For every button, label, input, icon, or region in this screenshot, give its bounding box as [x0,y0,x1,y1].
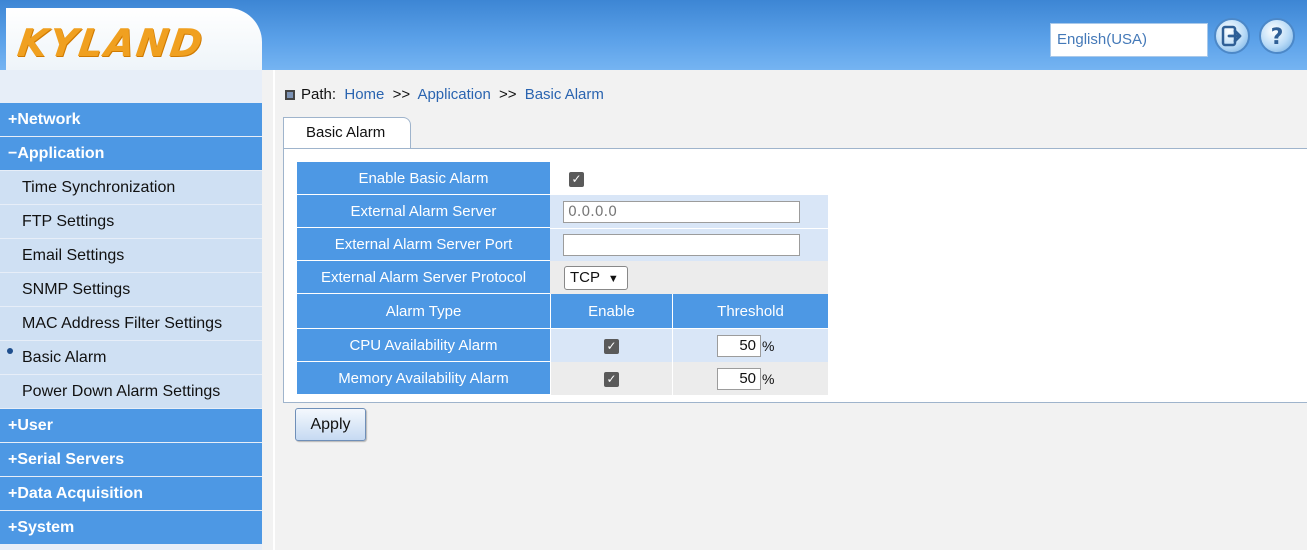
sidebar: +Network −Application Time Synchronizati… [0,70,262,550]
logout-icon[interactable] [1214,18,1250,54]
sidebar-item-application[interactable]: −Application [0,137,262,170]
external-alarm-server-port-input[interactable] [563,234,800,256]
cpu-threshold-input[interactable]: 50 [717,334,762,357]
sidebar-item-system[interactable]: +System [0,511,262,544]
breadcrumb-application-link[interactable]: Application [417,86,490,103]
sidebar-item-basic-alarm[interactable]: Basic Alarm [0,341,262,374]
alarm-type-header: Alarm Type [297,294,550,329]
external-alarm-server-label: External Alarm Server [297,195,550,228]
cpu-threshold-cell: 50% [672,329,828,362]
sidebar-item-mac-address-filter-settings[interactable]: MAC Address Filter Settings [0,307,262,340]
sidebar-item-data-acquisition[interactable]: +Data Acquisition [0,477,262,510]
active-bullet-icon [7,348,13,354]
kyland-logo: KYLAND [14,21,208,65]
server-cell: 0.0.0.0 [550,195,828,228]
breadcrumb-page-link[interactable]: Basic Alarm [525,86,604,103]
cpu-enable-cell: ✓ [550,329,673,362]
apply-button[interactable]: Apply [295,408,366,441]
cpu-alarm-checkbox[interactable]: ✓ [604,338,619,354]
sidebar-item-user[interactable]: +User [0,409,262,442]
enable-basic-alarm-checkbox[interactable]: ✓ [569,171,584,187]
memory-availability-alarm-label: Memory Availability Alarm [297,362,550,395]
breadcrumb-separator: >> [392,86,411,103]
breadcrumb-separator: >> [499,86,517,103]
sidebar-item-power-down-alarm-settings[interactable]: Power Down Alarm Settings [0,375,262,408]
enable-basic-alarm-label: Enable Basic Alarm [297,162,550,195]
svg-text:?: ? [1271,25,1284,49]
external-alarm-server-protocol-label: External Alarm Server Protocol [297,261,550,294]
sidebar-item-snmp-settings[interactable]: SNMP Settings [0,273,262,306]
threshold-header: Threshold [672,294,828,329]
percent-label: % [762,370,775,387]
sidebar-spacer [0,70,262,103]
protocol-select[interactable]: TCP ▼ [564,265,628,290]
sidebar-item-email-settings[interactable]: Email Settings [0,239,262,272]
external-alarm-server-port-label: External Alarm Server Port [297,228,550,261]
port-cell [550,228,828,261]
sidebar-item-network[interactable]: +Network [0,103,262,136]
memory-enable-cell: ✓ [550,362,673,395]
divider [273,70,275,550]
sidebar-item-time-synchronization[interactable]: Time Synchronization [0,171,262,204]
sidebar-item-serial-servers[interactable]: +Serial Servers [0,443,262,476]
chevron-down-icon: ▼ [607,272,619,285]
enable-cell: ✓ [550,162,828,195]
external-alarm-server-input[interactable]: 0.0.0.0 [563,200,800,223]
breadcrumb-home-link[interactable]: Home [344,86,384,103]
breadcrumb: Path: Home >> Application >> Basic Alarm [285,86,604,103]
breadcrumb-prefix: Path: [301,86,337,103]
protocol-select-value: TCP [570,268,600,286]
memory-alarm-checkbox[interactable]: ✓ [604,371,619,387]
cpu-availability-alarm-label: CPU Availability Alarm [297,329,550,362]
sidebar-item-label: Basic Alarm [22,349,107,366]
logo-area: KYLAND [6,8,262,70]
basic-alarm-form: Enable Basic Alarm ✓ External Alarm Serv… [297,162,828,395]
memory-threshold-cell: 50% [672,362,828,395]
enable-header: Enable [550,294,673,329]
sidebar-item-ftp-settings[interactable]: FTP Settings [0,205,262,238]
tab-basic-alarm[interactable]: Basic Alarm [283,117,411,149]
path-square-icon [285,90,295,100]
help-icon[interactable]: ? [1259,18,1295,54]
protocol-cell: TCP ▼ [550,261,828,294]
percent-label: % [762,337,775,354]
memory-threshold-input[interactable]: 50 [717,367,762,390]
language-select[interactable]: English(USA) [1050,23,1208,57]
